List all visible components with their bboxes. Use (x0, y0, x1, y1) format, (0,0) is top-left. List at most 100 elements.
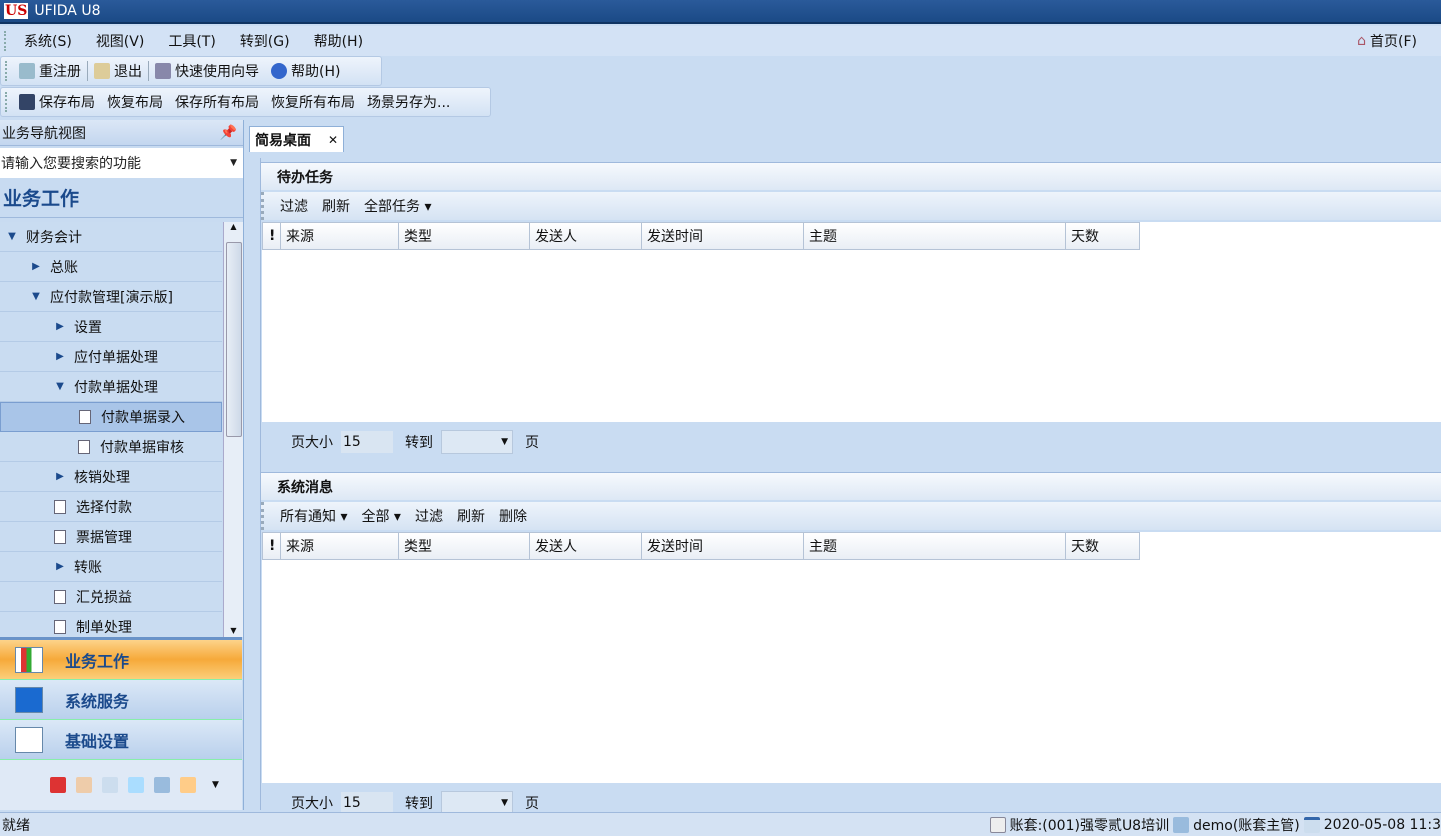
document-icon[interactable] (78, 439, 90, 454)
nav-system-service[interactable]: 系统服务 (0, 680, 242, 720)
messages-filter-button[interactable]: 过滤 (415, 506, 443, 526)
expanded-arrow-icon[interactable]: ▼ (30, 291, 42, 302)
scroll-thumb[interactable] (226, 242, 242, 437)
exit-button[interactable]: 退出 (88, 61, 148, 81)
collapsed-arrow-icon[interactable]: ▶ (54, 471, 66, 482)
edit-doc-icon[interactable] (76, 777, 92, 793)
document-icon[interactable] (54, 529, 66, 544)
function-search-input[interactable]: 请输入您要搜索的功能 ▼ (0, 148, 243, 178)
column-header[interactable]: 类型 (398, 532, 530, 560)
relogin-button[interactable]: 重注册 (13, 61, 87, 81)
wizard-icon (155, 63, 171, 79)
column-header[interactable]: 发送时间 (641, 532, 804, 560)
column-header[interactable]: ! (262, 222, 281, 250)
nav-basic-settings[interactable]: 基础设置 (0, 720, 242, 760)
goto-page-select[interactable]: ▼ (441, 430, 513, 454)
window-title: UFIDA U8 (34, 3, 101, 19)
tree-item[interactable]: 选择付款 (0, 492, 222, 522)
menu-system[interactable]: 系统(S) (12, 31, 84, 51)
grip-handle[interactable] (4, 31, 8, 51)
menu-tools[interactable]: 工具(T) (156, 31, 227, 51)
help-icon (271, 63, 287, 79)
scroll-up-icon[interactable]: ▲ (224, 222, 243, 231)
tree-item[interactable]: 汇兑损益 (0, 582, 222, 612)
tree-scrollbar[interactable]: ▲ ▼ (223, 222, 243, 637)
help-button[interactable]: 帮助(H) (265, 61, 346, 81)
calendar-icon (1303, 816, 1320, 833)
collapsed-arrow-icon[interactable]: ▶ (54, 321, 66, 332)
nav-business-work[interactable]: 业务工作 (0, 640, 242, 680)
column-header[interactable]: 发送人 (529, 222, 642, 250)
document-icon[interactable] (54, 619, 66, 634)
save-scene-as-button[interactable]: 场景另存为... (361, 92, 456, 112)
tree-item[interactable]: ▶ 设置 (0, 312, 222, 342)
wizard-button[interactable]: 快速使用向导 (149, 61, 265, 81)
red-module-icon[interactable] (50, 777, 66, 793)
column-header[interactable]: ! (262, 532, 281, 560)
save-layout-button[interactable]: 保存布局 (13, 92, 101, 112)
column-header[interactable]: 来源 (280, 222, 399, 250)
document-icon[interactable] (54, 499, 66, 514)
column-header[interactable]: 主题 (803, 532, 1066, 560)
home-icon: ⌂ (1357, 33, 1367, 49)
todo-refresh-button[interactable]: 刷新 (322, 196, 350, 216)
collapsed-arrow-icon[interactable]: ▶ (54, 561, 66, 572)
tree-item[interactable]: 制单处理 (0, 612, 222, 637)
column-header[interactable]: 类型 (398, 222, 530, 250)
tree-item[interactable]: ▶ 总账 (0, 252, 222, 282)
document-icon[interactable] (54, 589, 66, 604)
column-header[interactable]: 主题 (803, 222, 1066, 250)
messages-refresh-button[interactable]: 刷新 (457, 506, 485, 526)
save-all-layouts-button[interactable]: 保存所有布局 (169, 92, 265, 112)
tree-item-label: 总账 (50, 259, 78, 276)
column-header[interactable]: 发送时间 (641, 222, 804, 250)
nav-shortcut-bar: ▼ (0, 760, 242, 810)
tree-item[interactable]: ▼ 财务会计 (0, 222, 222, 252)
all-notices-dropdown[interactable]: 所有通知 ▾ (280, 506, 347, 526)
tree-item[interactable]: ▶ 转账 (0, 552, 222, 582)
tree-item[interactable]: ▶ 核销处理 (0, 462, 222, 492)
grip-handle[interactable] (5, 92, 9, 112)
tree-item[interactable]: ▼ 应付款管理[演示版] (0, 282, 222, 312)
collapsed-arrow-icon[interactable]: ▶ (54, 351, 66, 362)
status-text: 就绪 (2, 817, 30, 834)
more-dropdown-icon[interactable]: ▼ (212, 780, 219, 790)
column-header[interactable]: 发送人 (529, 532, 642, 560)
tree-item[interactable]: 付款单据审核 (0, 432, 222, 462)
all-dropdown[interactable]: 全部 ▾ (361, 506, 400, 526)
tree-item[interactable]: ▼ 付款单据处理 (0, 372, 222, 402)
close-icon[interactable]: ✕ (328, 133, 338, 147)
tree-item-label: 选择付款 (76, 499, 132, 516)
grip-handle[interactable] (5, 61, 9, 81)
scroll-down-icon[interactable]: ▼ (224, 626, 243, 635)
tab-simple-desktop[interactable]: 简易桌面 ✕ (249, 126, 344, 152)
expanded-arrow-icon[interactable]: ▼ (54, 381, 66, 392)
todo-all-tasks-dropdown[interactable]: 全部任务 ▾ (364, 196, 431, 216)
page-size-input[interactable]: 15 (341, 431, 393, 453)
column-header[interactable]: 天数 (1065, 222, 1140, 250)
message-icon[interactable] (180, 777, 196, 793)
todo-filter-button[interactable]: 过滤 (280, 196, 308, 216)
windows-icon[interactable] (154, 777, 170, 793)
dropdown-arrow-icon[interactable]: ▼ (230, 158, 237, 168)
restore-all-layouts-button[interactable]: 恢复所有布局 (265, 92, 361, 112)
org-chart-icon[interactable] (128, 777, 144, 793)
collapsed-arrow-icon[interactable]: ▶ (30, 261, 42, 272)
page-size-input[interactable]: 15 (341, 792, 393, 814)
expanded-arrow-icon[interactable]: ▼ (6, 231, 18, 242)
menu-help[interactable]: 帮助(H) (302, 31, 375, 51)
restore-layout-button[interactable]: 恢复布局 (101, 92, 169, 112)
tree-item[interactable]: 票据管理 (0, 522, 222, 552)
column-header[interactable]: 天数 (1065, 532, 1140, 560)
tree-item[interactable]: 付款单据录入 (0, 402, 222, 432)
menu-view[interactable]: 视图(V) (84, 31, 157, 51)
pin-icon[interactable]: 📌 (220, 125, 237, 141)
document-icon[interactable] (79, 410, 91, 424)
column-header[interactable]: 来源 (280, 532, 399, 560)
form-icon[interactable] (102, 777, 118, 793)
messages-delete-button[interactable]: 删除 (499, 506, 527, 526)
home-button[interactable]: ⌂ 首页(F) (1357, 31, 1417, 51)
tree-item[interactable]: ▶ 应付单据处理 (0, 342, 222, 372)
menu-goto[interactable]: 转到(G) (228, 31, 302, 51)
nav-section-title: 业务工作 (0, 178, 243, 218)
